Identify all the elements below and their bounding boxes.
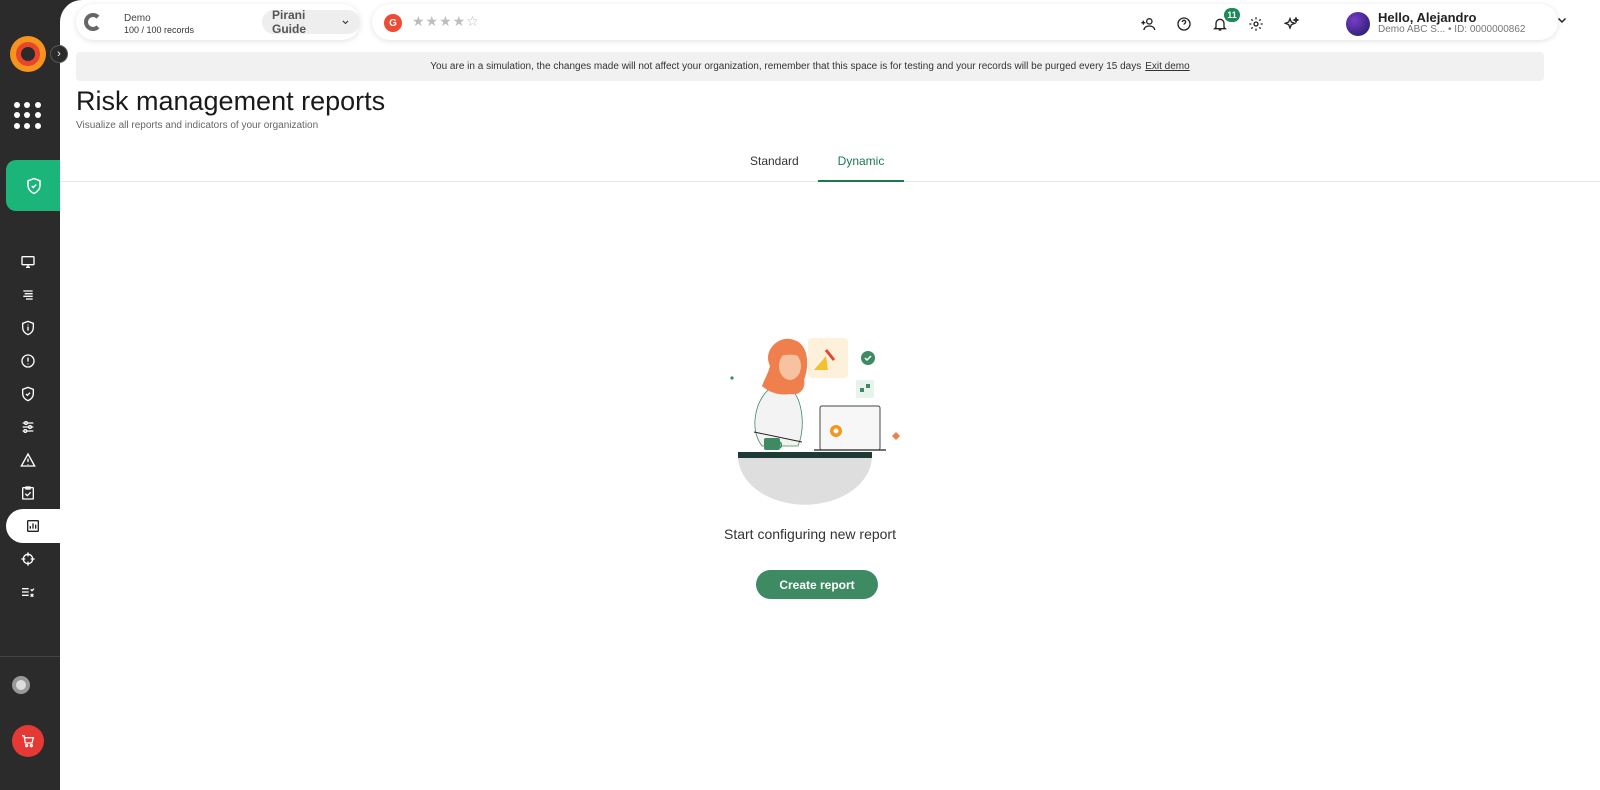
- sparkles-icon[interactable]: [1282, 14, 1302, 34]
- demo-card: Demo 100 / 100 records Pirani Guide: [76, 4, 360, 40]
- exit-demo-link[interactable]: Exit demo: [1145, 61, 1189, 72]
- status-icon[interactable]: [12, 676, 30, 694]
- notification-badge: 11: [1224, 8, 1240, 22]
- monitor-icon[interactable]: [16, 250, 40, 274]
- page-title: Risk management reports: [76, 86, 386, 116]
- apps-grid-icon[interactable]: [14, 102, 42, 130]
- checklist-icon[interactable]: [16, 481, 40, 505]
- demo-records: 100 / 100 records: [124, 25, 195, 35]
- empty-state-message: Start configuring new report: [724, 526, 896, 542]
- report-tabs: Standard Dynamic: [60, 148, 1600, 182]
- guide-label: Pirani Guide: [272, 8, 307, 36]
- help-icon[interactable]: [1174, 14, 1194, 34]
- shield-check-icon[interactable]: [16, 382, 40, 406]
- avatar[interactable]: [1346, 12, 1370, 36]
- sidebar-divider: [0, 656, 60, 657]
- sliders-icon[interactable]: [16, 415, 40, 439]
- demo-logo-icon: [84, 13, 102, 31]
- alert-circle-icon[interactable]: [16, 349, 40, 373]
- crosshair-icon[interactable]: [16, 547, 40, 571]
- simulation-banner: You are in a simulation, the changes mad…: [76, 52, 1544, 81]
- user-greeting[interactable]: Hello, Alejandro: [1378, 10, 1476, 25]
- warning-icon[interactable]: [16, 448, 40, 472]
- chevron-down-icon: [342, 20, 349, 25]
- list-icon[interactable]: [16, 283, 40, 307]
- pirani-guide-dropdown[interactable]: Pirani Guide: [262, 8, 360, 36]
- user-org: Demo ABC S... • ID: 0000000862: [1378, 24, 1526, 35]
- banner-message: You are in a simulation, the changes mad…: [430, 61, 1142, 72]
- topbar: Demo 100 / 100 records Pirani Guide G ★★…: [60, 0, 1600, 46]
- user-menu-chevron-icon[interactable]: [1556, 14, 1568, 29]
- create-report-button[interactable]: Create report: [756, 570, 878, 599]
- empty-state-illustration: [730, 338, 900, 505]
- shield-info-icon[interactable]: [16, 316, 40, 340]
- g2-logo-icon[interactable]: G: [384, 14, 402, 32]
- add-user-icon[interactable]: [1138, 14, 1158, 34]
- tasks-icon[interactable]: [16, 580, 40, 604]
- gear-icon[interactable]: [1246, 14, 1266, 34]
- reports-icon[interactable]: [6, 509, 60, 543]
- page-subtitle: Visualize all reports and indicators of …: [76, 120, 319, 131]
- expand-sidebar-icon[interactable]: ›: [50, 45, 68, 63]
- main-content: Demo 100 / 100 records Pirani Guide G ★★…: [60, 0, 1600, 790]
- tab-dynamic[interactable]: Dynamic: [818, 154, 904, 182]
- tab-standard[interactable]: Standard: [750, 154, 799, 182]
- cart-icon[interactable]: [12, 725, 44, 757]
- demo-title: Demo: [124, 13, 151, 24]
- empty-state: Start configuring new report Create repo…: [710, 330, 910, 599]
- sidebar: ›: [0, 0, 72, 790]
- rating-stars[interactable]: ★★★★☆: [412, 13, 480, 30]
- pirani-logo[interactable]: [10, 36, 46, 72]
- risk-module-icon[interactable]: [6, 160, 72, 211]
